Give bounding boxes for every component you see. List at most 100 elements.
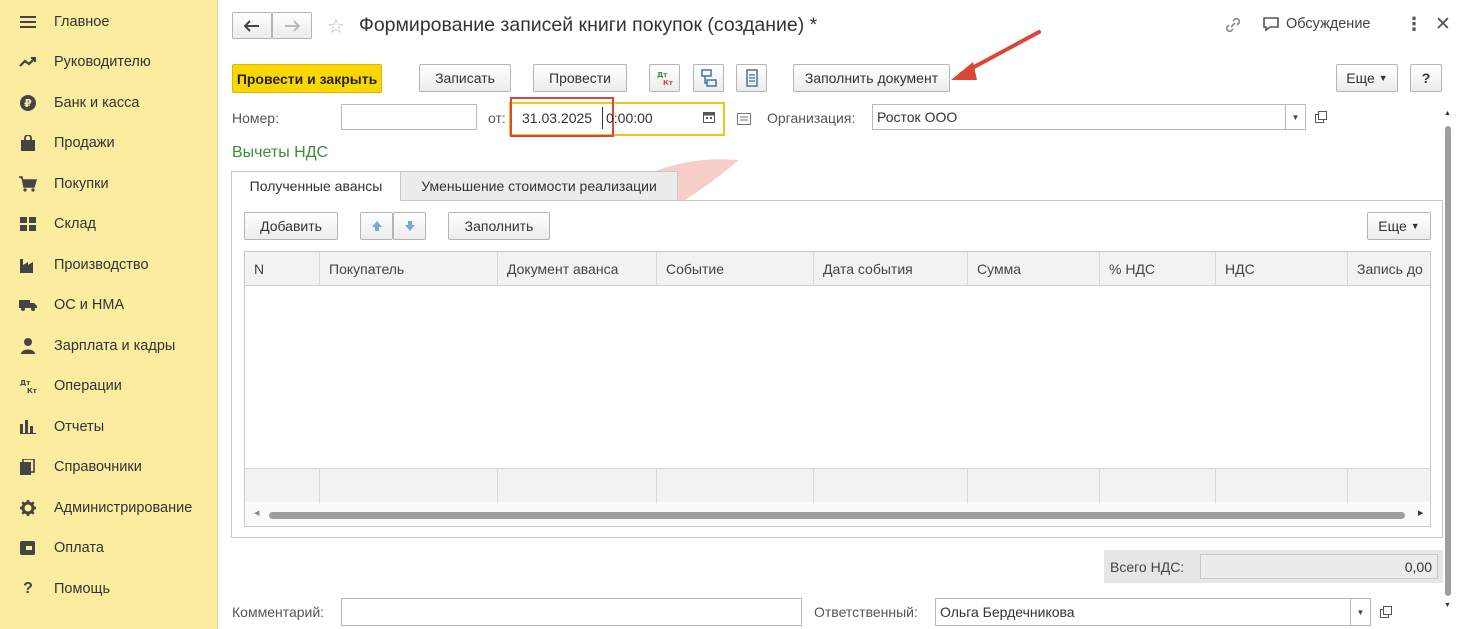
column-event[interactable]: Событие bbox=[657, 252, 814, 286]
list-icon bbox=[745, 69, 758, 87]
structure-button[interactable] bbox=[693, 64, 724, 92]
scrollbar-thumb[interactable] bbox=[269, 512, 1405, 519]
sidebar-item-label: Зарплата и кадры bbox=[54, 338, 176, 354]
sidebar-item-help[interactable]: ? Помощь bbox=[0, 574, 218, 604]
save-button[interactable]: Записать bbox=[419, 64, 511, 92]
fill-document-button[interactable]: Заполнить документ bbox=[793, 64, 950, 92]
post-button[interactable]: Провести bbox=[533, 64, 627, 92]
sidebar-item-label: Банк и касса bbox=[54, 95, 140, 111]
comment-input[interactable] bbox=[341, 598, 802, 626]
favorite-star-icon[interactable]: ☆ bbox=[327, 14, 345, 39]
vertical-scrollbar[interactable]: ▲ ▼ bbox=[1443, 110, 1453, 609]
sidebar-item-assets[interactable]: ОС и НМА bbox=[0, 290, 218, 320]
link-icon[interactable] bbox=[1224, 16, 1242, 37]
column-vat-rate[interactable]: % НДС bbox=[1100, 252, 1216, 286]
responsible-dropdown-button[interactable]: ▼ bbox=[1351, 598, 1371, 626]
more-button[interactable]: Еще ▼ bbox=[1336, 64, 1398, 92]
scroll-up-icon[interactable]: ▲ bbox=[1444, 110, 1451, 117]
sidebar-item-operations[interactable]: Дт Кт Операции bbox=[0, 371, 218, 401]
org-dropdown-button[interactable]: ▼ bbox=[1286, 104, 1306, 130]
more-vertical-icon[interactable]: ⋮ bbox=[1405, 14, 1423, 35]
sidebar-item-reports[interactable]: Отчеты bbox=[0, 412, 218, 442]
total-vat-value: 0,00 bbox=[1200, 554, 1438, 579]
print-list-button[interactable] bbox=[736, 64, 767, 92]
sidebar-item-admin[interactable]: Администрирование bbox=[0, 493, 218, 523]
date-input[interactable]: 31.03.2025 bbox=[522, 110, 592, 126]
column-event-date[interactable]: Дата события bbox=[814, 252, 968, 286]
column-number[interactable]: N bbox=[245, 252, 320, 286]
horizontal-scrollbar[interactable]: ◀ ▶ bbox=[245, 504, 1430, 526]
responsible-label: Ответственный: bbox=[814, 604, 918, 620]
help-button[interactable]: ? bbox=[1410, 64, 1442, 92]
chevron-down-icon: ▼ bbox=[1378, 73, 1388, 83]
add-button[interactable]: Добавить bbox=[244, 212, 338, 240]
column-buyer[interactable]: Покупатель bbox=[320, 252, 498, 286]
sidebar-item-label: Покупки bbox=[54, 176, 109, 192]
wallet-icon bbox=[19, 539, 37, 557]
tab-panel: Добавить Заполнить Еще ▼ N Покупатель До… bbox=[231, 200, 1443, 538]
date-time-separator bbox=[602, 107, 603, 129]
table-more-button[interactable]: Еще ▼ bbox=[1367, 212, 1431, 240]
cart-icon bbox=[19, 175, 37, 193]
gear-icon bbox=[19, 499, 37, 517]
sidebar-item-bank[interactable]: ₽ Банк и касса bbox=[0, 88, 218, 118]
bar-chart-icon bbox=[19, 418, 37, 436]
fill-button[interactable]: Заполнить bbox=[448, 212, 550, 240]
books-icon bbox=[19, 458, 37, 476]
sidebar-item-warehouse[interactable]: Склад bbox=[0, 209, 218, 239]
back-button[interactable] bbox=[232, 12, 272, 39]
sidebar-item-label: Оплата bbox=[54, 540, 104, 556]
sidebar-item-label: Руководителю bbox=[54, 54, 151, 70]
sidebar-item-director[interactable]: Руководителю bbox=[0, 47, 218, 77]
dt-kt-icon: ДтКт bbox=[657, 71, 674, 87]
org-open-button[interactable] bbox=[1311, 106, 1331, 128]
arrow-up-icon bbox=[371, 221, 382, 231]
scroll-right-icon[interactable]: ▶ bbox=[1418, 509, 1423, 517]
sidebar-item-label: Производство bbox=[54, 257, 149, 273]
scrollbar-thumb[interactable] bbox=[1445, 126, 1451, 596]
sidebar-item-main[interactable]: Главное bbox=[0, 7, 218, 37]
annotation-arrow-icon bbox=[951, 30, 1041, 80]
org-select[interactable]: Росток ООО bbox=[872, 104, 1286, 130]
sidebar-item-salary[interactable]: Зарплата и кадры bbox=[0, 331, 218, 361]
time-input[interactable]: 0:00:00 bbox=[606, 110, 653, 126]
tab-received-advances[interactable]: Полученные авансы bbox=[231, 171, 401, 201]
forward-button[interactable] bbox=[272, 12, 312, 39]
svg-text:Дт: Дт bbox=[657, 71, 668, 79]
scroll-left-icon[interactable]: ◀ bbox=[254, 509, 259, 517]
sidebar-item-label: Отчеты bbox=[54, 419, 105, 435]
close-icon[interactable]: ✕ bbox=[1435, 13, 1451, 36]
discussion-button[interactable]: Обсуждение bbox=[1262, 16, 1370, 32]
sidebar-item-label: Помощь bbox=[54, 581, 111, 597]
dt-kt-button[interactable]: Дт Кт bbox=[649, 64, 680, 92]
structure-icon bbox=[700, 69, 717, 87]
number-input[interactable] bbox=[341, 104, 477, 130]
dt-kt-icon: ДтКт bbox=[19, 377, 37, 395]
responsible-select[interactable]: Ольга Бердечникова bbox=[935, 598, 1351, 626]
sidebar-item-sales[interactable]: Продажи bbox=[0, 128, 218, 158]
responsible-open-button[interactable] bbox=[1376, 601, 1396, 623]
org-label: Организация: bbox=[767, 110, 856, 126]
calendar-icon[interactable] bbox=[703, 110, 715, 126]
section-title: Вычеты НДС bbox=[232, 144, 329, 161]
sidebar-item-purchases[interactable]: Покупки bbox=[0, 169, 218, 199]
column-vat[interactable]: НДС bbox=[1216, 252, 1348, 286]
sidebar-item-payment[interactable]: Оплата bbox=[0, 533, 218, 563]
advances-table[interactable]: N Покупатель Документ аванса Событие Дат… bbox=[244, 251, 1431, 527]
sidebar-item-label: Склад bbox=[54, 216, 96, 232]
sidebar-item-references[interactable]: Справочники bbox=[0, 452, 218, 482]
tab-sales-value-decrease[interactable]: Уменьшение стоимости реализации bbox=[400, 171, 678, 201]
comment-label: Комментарий: bbox=[232, 604, 325, 620]
sidebar-item-production[interactable]: Производство bbox=[0, 250, 218, 280]
move-up-button[interactable] bbox=[360, 212, 393, 240]
column-amount[interactable]: Сумма bbox=[968, 252, 1100, 286]
column-record[interactable]: Запись до bbox=[1348, 252, 1430, 286]
chevron-down-icon: ▼ bbox=[1291, 112, 1300, 122]
scroll-down-icon[interactable]: ▼ bbox=[1444, 602, 1451, 609]
sidebar-item-label: Справочники bbox=[54, 459, 142, 475]
move-down-button[interactable] bbox=[393, 212, 426, 240]
column-advance-document[interactable]: Документ аванса bbox=[498, 252, 657, 286]
page-title: Формирование записей книги покупок (созд… bbox=[359, 14, 818, 36]
post-and-close-button[interactable]: Провести и закрыть bbox=[232, 64, 382, 93]
more-label: Еще bbox=[1378, 218, 1407, 234]
